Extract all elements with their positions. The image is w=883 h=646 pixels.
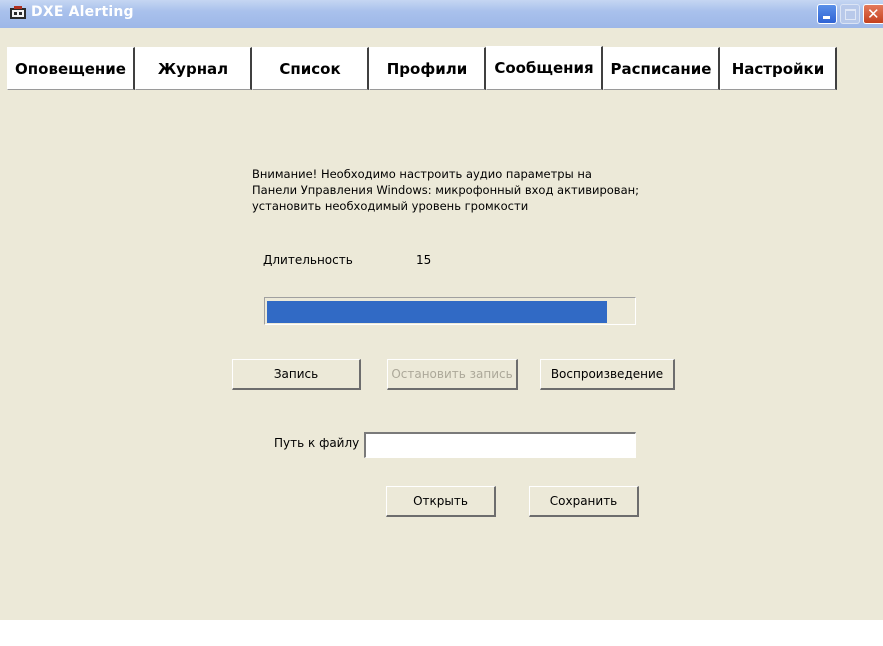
app-window: DXE Alerting Оповещение Журнал Список Пр… bbox=[0, 0, 883, 620]
app-icon bbox=[10, 6, 26, 19]
tab-list[interactable]: Список bbox=[252, 47, 369, 90]
notice-line: Панели Управления Windows: микрофонный в… bbox=[252, 183, 640, 197]
tab-settings[interactable]: Настройки bbox=[720, 47, 837, 90]
file-path-input[interactable] bbox=[364, 432, 636, 458]
tab-profiles[interactable]: Профили bbox=[369, 47, 486, 90]
close-button[interactable] bbox=[863, 4, 883, 24]
tab-messages[interactable]: Сообщения bbox=[486, 46, 603, 90]
duration-value: 15 bbox=[416, 253, 432, 267]
duration-label: Длительность bbox=[263, 253, 353, 267]
title-bar[interactable]: DXE Alerting bbox=[0, 0, 883, 28]
playback-button[interactable]: Воспроизведение bbox=[540, 359, 675, 390]
progress-fill bbox=[267, 301, 607, 323]
minimize-button[interactable] bbox=[817, 4, 837, 24]
record-button[interactable]: Запись bbox=[232, 359, 361, 390]
tab-schedule[interactable]: Расписание bbox=[603, 47, 720, 90]
save-button[interactable]: Сохранить bbox=[529, 486, 639, 517]
window-title: DXE Alerting bbox=[31, 4, 134, 20]
record-progress-bar bbox=[264, 297, 636, 325]
tab-notification[interactable]: Оповещение bbox=[7, 47, 135, 90]
maximize-button[interactable] bbox=[840, 4, 860, 24]
tab-journal[interactable]: Журнал bbox=[135, 47, 252, 90]
notice-line: установить необходимый уровень громкости bbox=[252, 199, 529, 213]
open-button[interactable]: Открыть bbox=[386, 486, 496, 517]
audio-notice: Внимание! Необходимо настроить аудио пар… bbox=[252, 166, 672, 214]
file-path-label: Путь к файлу bbox=[274, 436, 360, 450]
stop-record-button[interactable]: Остановить запись bbox=[387, 359, 518, 390]
notice-line: Внимание! Необходимо настроить аудио пар… bbox=[252, 167, 592, 181]
